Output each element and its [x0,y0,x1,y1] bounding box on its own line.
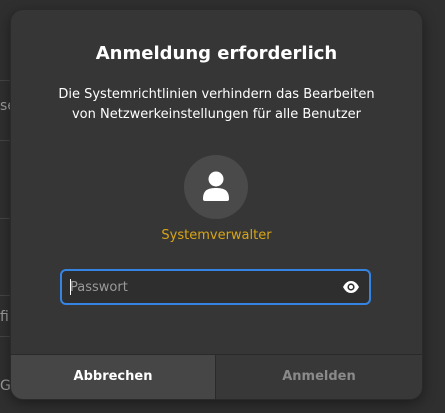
dialog-title: Anmeldung erforderlich [95,43,338,64]
user-icon [203,171,229,201]
login-button[interactable]: Anmelden [216,355,422,399]
cancel-button[interactable]: Abbrechen [11,355,215,399]
text-cursor [70,279,71,295]
dialog-message-line: Die Systemrichtlinien verhindern das Bea… [58,87,375,102]
password-input[interactable] [70,271,330,303]
avatar [184,155,248,219]
dialog-message: Die Systemrichtlinien verhindern das Bea… [31,85,402,125]
authentication-dialog: Anmeldung erforderlich Die Systemrichtli… [11,10,422,399]
dialog-message-line: von Netzwerkeinstellungen für alle Benut… [71,107,361,122]
eye-icon[interactable] [342,278,360,296]
password-field[interactable] [60,269,371,305]
user-name: Systemverwalter [161,228,272,243]
dialog-buttons: Abbrechen Anmelden [11,354,422,399]
